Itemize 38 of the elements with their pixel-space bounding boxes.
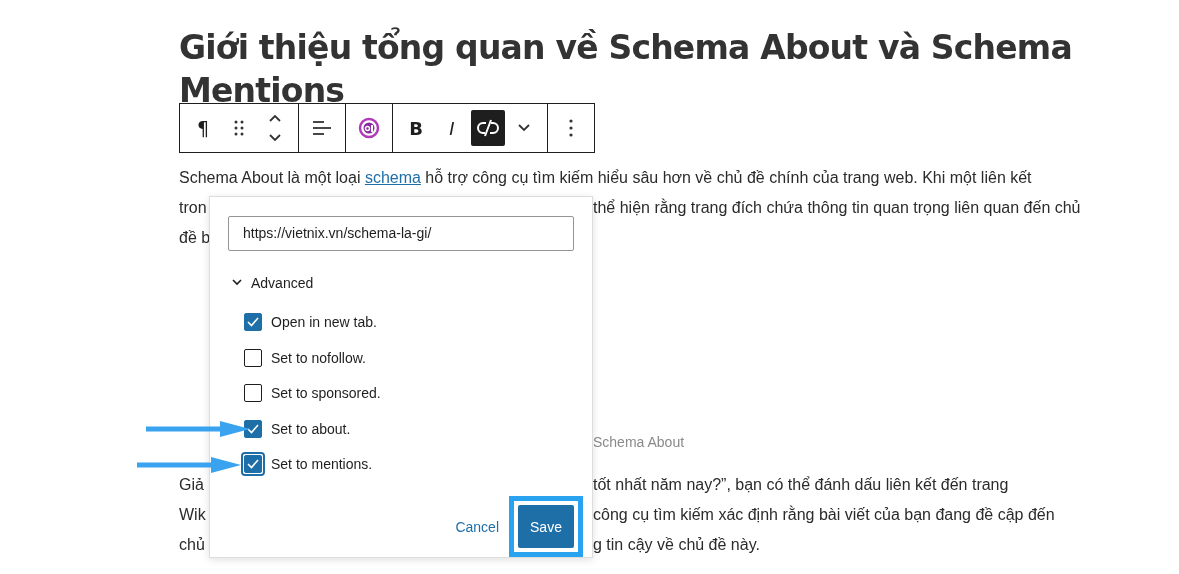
checkbox-label: Set to mentions. [271, 456, 373, 473]
checkbox-label: Set to about. [271, 420, 351, 437]
paragraph-text: đề b [179, 228, 211, 248]
paragraph-text: tron [179, 198, 207, 218]
checkbox-label: Set to sponsored. [271, 385, 381, 402]
paragraph-text: công cụ tìm kiếm xác định rằng bài viết của bạn đang đề cập đến [593, 504, 1055, 525]
checkmark-icon [247, 423, 259, 434]
heading-text: Mentions [179, 70, 345, 112]
image-caption: Schema About [593, 433, 685, 452]
toolbar-button[interactable] [471, 110, 505, 146]
chevron-down-icon [232, 279, 242, 286]
paragraph-text: Giả [179, 475, 204, 495]
ai-logo-icon [358, 117, 380, 139]
align-left-icon [312, 120, 332, 136]
paragraph-text: tốt nhất năm nay?”, bạn có thể đánh dấu liên kết đến trang [593, 475, 1009, 495]
paragraph-text: g tin cậy về chủ đề này. [593, 535, 760, 555]
drag-handle-icon [234, 120, 244, 136]
more-options-icon [569, 119, 573, 137]
unlink-icon [477, 118, 499, 138]
paragraph-text: Schema About là một loại schema hỗ trợ công cụ tìm kiếm hiểu sâu hơn về chủ đề chính của trang web. Khi một liên kết [179, 167, 1032, 188]
checkmark-icon [247, 459, 259, 470]
paragraph-text: thể hiện rằng trang đích chứa thông tin quan trọng liên quan đến chủ [593, 197, 1081, 218]
toolbar-button[interactable]: ¶ [186, 110, 220, 146]
url-field[interactable]: https://vietnix.vn/schema-la-gi/ [228, 216, 574, 251]
advanced-toggle[interactable]: Advanced [228, 272, 318, 293]
toolbar-button[interactable]: I [435, 110, 469, 146]
heading-text: Giới thiệu tổng quan về Schema About và Schema [179, 26, 1072, 69]
text-link[interactable]: schema [364, 169, 421, 186]
chevron-down-icon [517, 123, 531, 133]
checkbox-label: Open in new tab. [271, 314, 377, 331]
checkbox[interactable] [241, 452, 265, 477]
paragraph-text: Wik [179, 505, 206, 525]
checkbox-label: Set to nofollow. [271, 349, 366, 366]
paragraph-text: chủ [179, 535, 205, 555]
toolbar-button[interactable]: B [399, 110, 433, 146]
save-button[interactable]: Save [518, 505, 574, 548]
cancel-button[interactable]: Cancel [451, 512, 503, 541]
checkmark-icon [247, 317, 259, 328]
